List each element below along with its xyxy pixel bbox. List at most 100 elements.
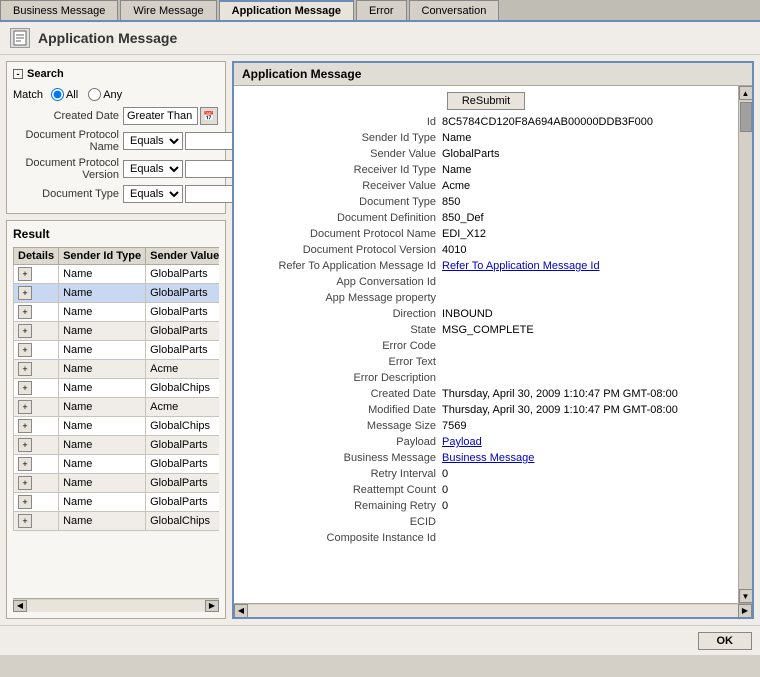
detail-field-label: Sender Value [242,148,442,164]
col-details: Details [14,248,59,265]
expand-icon[interactable]: + [18,381,32,395]
detail-hscroll-left[interactable]: ◀ [234,604,248,618]
resubmit-row: ReSubmit [242,92,730,110]
detail-field-label: Document Type [242,196,442,212]
detail-field-value [442,340,730,356]
table-row[interactable]: + Name GlobalChips [14,417,220,436]
doc-protocol-name-op[interactable]: Equals [123,132,183,150]
resubmit-button[interactable]: ReSubmit [447,92,525,110]
sender-id-type-cell: Name [59,436,146,455]
match-any-label[interactable]: Any [88,88,122,101]
expand-cell: + [14,360,59,379]
expand-icon[interactable]: + [18,514,32,528]
h-scroll-result[interactable]: ◀ ▶ [13,598,219,612]
detail-row: Document Definition 850_Def [242,212,730,228]
table-row[interactable]: + Name GlobalParts [14,455,220,474]
created-date-input[interactable] [123,107,198,125]
doc-protocol-name-label: Document Protocol Name [13,129,123,153]
vscroll-thumb[interactable] [740,102,752,132]
expand-cell: + [14,398,59,417]
tab-wire-message[interactable]: Wire Message [120,0,216,20]
detail-field-label: Id [242,116,442,132]
table-row[interactable]: + Name GlobalChips [14,512,220,531]
table-row[interactable]: + Name GlobalParts [14,474,220,493]
detail-row: Created Date Thursday, April 30, 2009 1:… [242,388,730,404]
expand-cell: + [14,284,59,303]
hscroll-left-result[interactable]: ◀ [13,600,27,612]
expand-icon[interactable]: + [18,267,32,281]
hscroll-right-result[interactable]: ▶ [205,600,219,612]
detail-field-value: Name [442,132,730,148]
detail-field-value [442,372,730,388]
detail-field-value: Name [442,164,730,180]
detail-field-label: Error Code [242,340,442,356]
expand-icon[interactable]: + [18,476,32,490]
table-row[interactable]: + Name GlobalParts [14,303,220,322]
table-row[interactable]: + Name GlobalParts [14,265,220,284]
created-date-label: Created Date [13,110,123,122]
match-all-label[interactable]: All [51,88,78,101]
tab-conversation[interactable]: Conversation [409,0,500,20]
vscroll-down[interactable]: ▼ [739,589,753,603]
detail-field-label: App Conversation Id [242,276,442,292]
detail-field-value: 850_Def [442,212,730,228]
detail-field-label: Payload [242,436,442,452]
detail-field-value: 850 [442,196,730,212]
expand-icon[interactable]: + [18,457,32,471]
detail-field-label: Remaining Retry [242,500,442,516]
search-header: - Search [13,68,219,80]
detail-field-label: Error Description [242,372,442,388]
detail-panel: Application Message ReSubmit Id 8C5784CD… [232,61,754,619]
detail-field-value: GlobalParts [442,148,730,164]
expand-icon[interactable]: + [18,400,32,414]
expand-icon[interactable]: + [18,495,32,509]
expand-icon[interactable]: + [18,419,32,433]
tab-business-message[interactable]: Business Message [0,0,118,20]
doc-protocol-version-op[interactable]: Equals [123,160,183,178]
created-date-browse[interactable]: 📅 [200,107,218,125]
detail-field-label: State [242,324,442,340]
detail-field-label: Sender Id Type [242,132,442,148]
detail-field-label: Business Message [242,452,442,468]
detail-field-label: Document Protocol Name [242,228,442,244]
collapse-search-icon[interactable]: - [13,69,23,79]
match-any-radio[interactable] [88,88,101,101]
match-all-radio[interactable] [51,88,64,101]
table-row[interactable]: + Name GlobalParts [14,322,220,341]
expand-icon[interactable]: + [18,438,32,452]
sender-id-type-cell: Name [59,265,146,284]
col-sender-value: Sender Value [146,248,219,265]
detail-vscroll: ▲ ▼ [738,86,752,603]
detail-field-value[interactable]: Business Message [442,452,730,468]
table-row[interactable]: + Name GlobalParts [14,341,220,360]
table-row[interactable]: + Name GlobalParts [14,436,220,455]
tab-application-message[interactable]: Application Message [219,0,354,20]
expand-icon[interactable]: + [18,343,32,357]
table-row[interactable]: + Name GlobalParts [14,493,220,512]
expand-icon[interactable]: + [18,324,32,338]
doc-type-input[interactable] [185,185,235,203]
doc-type-op[interactable]: Equals [123,185,183,203]
table-row[interactable]: + Name Acme [14,398,220,417]
ok-button[interactable]: OK [698,632,753,650]
table-row[interactable]: + Name GlobalParts [14,284,220,303]
detail-hscroll-right[interactable]: ▶ [738,604,752,618]
expand-icon[interactable]: + [18,286,32,300]
search-section: - Search Match All Any [6,61,226,214]
match-row: Match All Any [13,88,219,101]
detail-field-value[interactable]: Refer To Application Message Id [442,260,730,276]
doc-protocol-version-input[interactable] [185,160,235,178]
sender-id-type-cell: Name [59,341,146,360]
detail-row: Receiver Id Type Name [242,164,730,180]
expand-icon[interactable]: + [18,362,32,376]
detail-field-value: 8C5784CD120F8A694AB00000DDB3F000 [442,116,730,132]
detail-field-value[interactable]: Payload [442,436,730,452]
table-row[interactable]: + Name Acme [14,360,220,379]
vscroll-up[interactable]: ▲ [739,86,753,100]
doc-protocol-name-input[interactable] [185,132,235,150]
expand-cell: + [14,493,59,512]
tab-error[interactable]: Error [356,0,406,20]
expand-icon[interactable]: + [18,305,32,319]
detail-field-label: Refer To Application Message Id [242,260,442,276]
table-row[interactable]: + Name GlobalChips [14,379,220,398]
